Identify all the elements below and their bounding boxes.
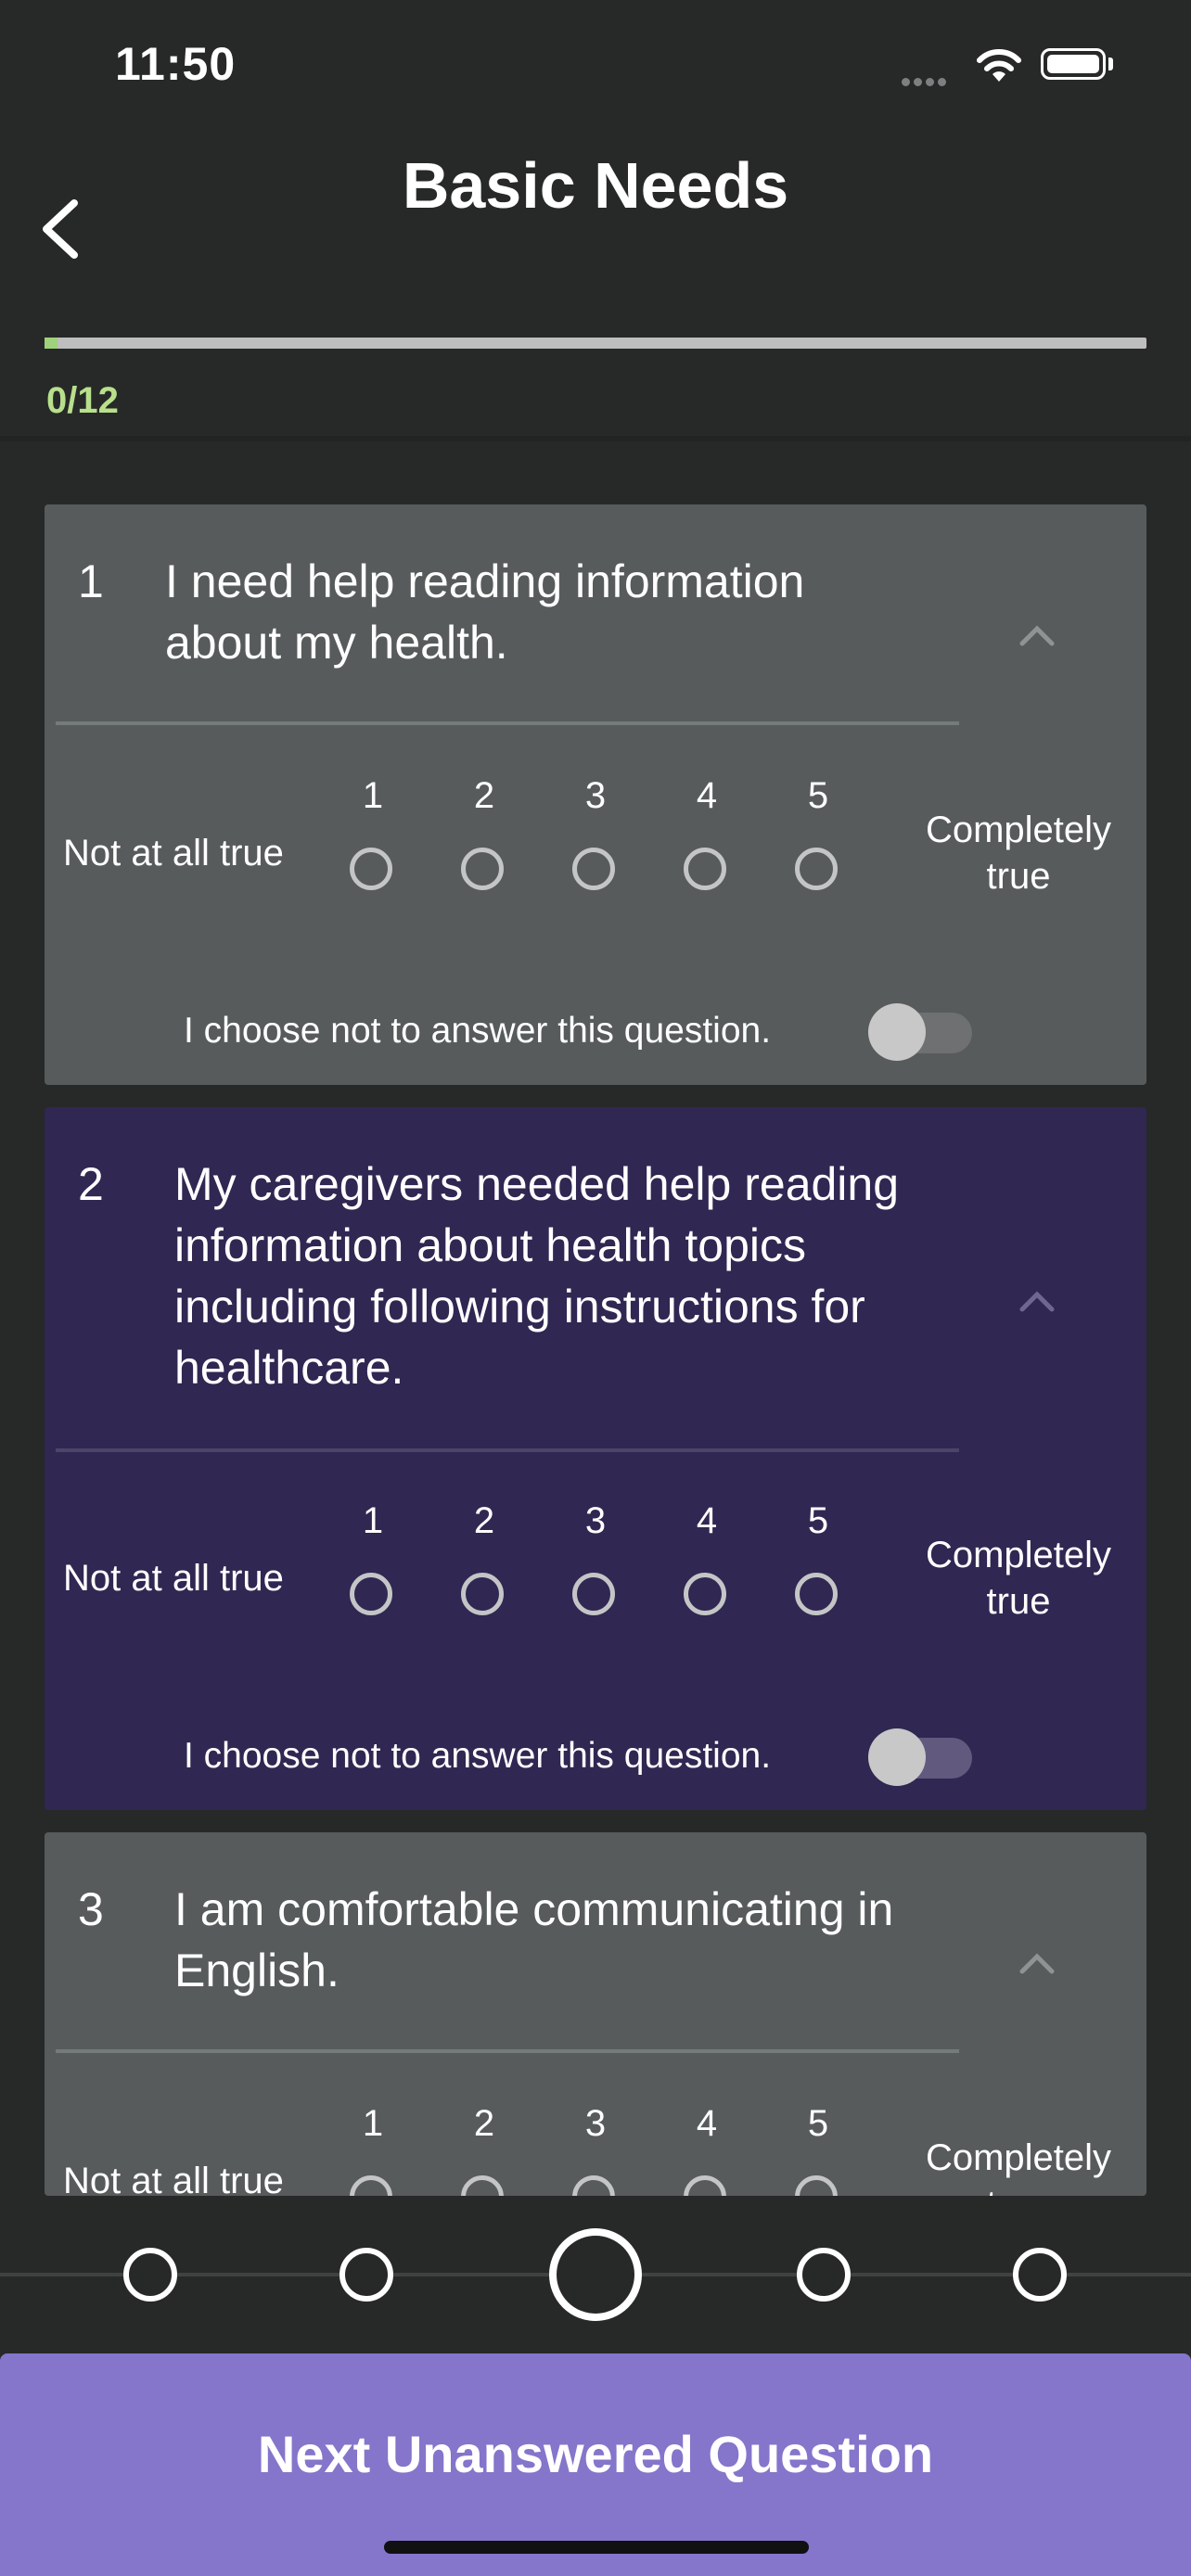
scale-number-3: 3 — [584, 775, 607, 816]
scale-number-2: 2 — [473, 775, 495, 816]
scale-high-label: Completely true — [925, 810, 1112, 897]
nav-dot-1[interactable] — [123, 2248, 177, 2302]
progress-bar-fill — [45, 338, 58, 349]
opt-out-label: I choose not to answer this question. — [184, 1011, 772, 1051]
rating-radio-4[interactable] — [684, 2175, 726, 2196]
question-card-2: 2 My caregivers needed help reading info… — [45, 1107, 1146, 1810]
question-card-3: 3 I am comfortable communicating in Engl… — [45, 1832, 1146, 2196]
rating-radio-3[interactable] — [572, 848, 615, 890]
opt-out-label: I choose not to answer this question. — [184, 1736, 772, 1776]
next-unanswered-label: Next Unanswered Question — [257, 2425, 934, 2483]
question-text: I need help reading information about my… — [165, 555, 805, 669]
scale-low-label: Not at all true — [63, 1558, 284, 1599]
scale-low-label: Not at all true — [63, 833, 284, 874]
question-number: 2 — [78, 1158, 104, 1210]
rating-radio-4[interactable] — [684, 1573, 726, 1615]
nav-dot-5[interactable] — [1013, 2248, 1067, 2302]
nav-dot-current[interactable] — [549, 2228, 642, 2321]
rating-radio-1[interactable] — [350, 2175, 392, 2196]
nav-dot-2[interactable] — [339, 2248, 393, 2302]
card-divider — [56, 2049, 959, 2053]
scale-number-1: 1 — [362, 1500, 384, 1541]
opt-out-toggle[interactable] — [868, 1728, 972, 1786]
scale-number-4: 4 — [696, 1500, 718, 1541]
chevron-up-icon[interactable] — [1018, 1289, 1056, 1313]
chevron-up-icon[interactable] — [1018, 1951, 1056, 1975]
rating-radio-1[interactable] — [350, 848, 392, 890]
card-divider — [56, 721, 959, 725]
scale-number-2: 2 — [473, 2103, 495, 2144]
toggle-knob — [868, 1003, 926, 1061]
scale-high-label: Completely true — [925, 1535, 1112, 1622]
nav-dot-4[interactable] — [797, 2248, 851, 2302]
rating-radio-3[interactable] — [572, 2175, 615, 2196]
rating-radio-4[interactable] — [684, 848, 726, 890]
cellular-signal-icon — [902, 74, 954, 86]
progress-bar — [45, 338, 1146, 349]
battery-icon — [1041, 48, 1106, 80]
wifi-icon — [974, 46, 1024, 88]
rating-radio-5[interactable] — [795, 1573, 838, 1615]
header-divider — [0, 436, 1191, 441]
scale-number-3: 3 — [584, 1500, 607, 1541]
rating-radio-2[interactable] — [461, 1573, 504, 1615]
rating-radio-5[interactable] — [795, 2175, 838, 2196]
scale-number-5: 5 — [807, 2103, 829, 2144]
question-text: I am comfortable communicating in Englis… — [174, 1883, 894, 1996]
status-time: 11:50 — [115, 38, 237, 90]
chevron-up-icon[interactable] — [1018, 623, 1056, 647]
rating-radio-1[interactable] — [350, 1573, 392, 1615]
scale-number-1: 1 — [362, 775, 384, 816]
question-card-1: 1 I need help reading information about … — [45, 504, 1146, 1085]
scale-number-2: 2 — [473, 1500, 495, 1541]
opt-out-toggle[interactable] — [868, 1003, 972, 1061]
scale-number-5: 5 — [807, 775, 829, 816]
rating-radio-3[interactable] — [572, 1573, 615, 1615]
scale-low-label: Not at all true — [63, 2161, 284, 2196]
card-divider — [56, 1448, 959, 1452]
page-title: Basic Needs — [402, 149, 789, 222]
toggle-knob — [868, 1728, 926, 1786]
scale-number-3: 3 — [584, 2103, 607, 2144]
question-number: 3 — [78, 1883, 104, 1935]
rating-radio-2[interactable] — [461, 2175, 504, 2196]
home-indicator — [384, 2541, 809, 2554]
question-number: 1 — [78, 555, 104, 607]
question-text: My caregivers needed help reading inform… — [174, 1158, 900, 1394]
scale-number-1: 1 — [362, 2103, 384, 2144]
scale-high-label: Completely true — [925, 2137, 1112, 2196]
battery-cap — [1108, 57, 1113, 70]
scale-number-5: 5 — [807, 1500, 829, 1541]
scale-number-4: 4 — [696, 775, 718, 816]
rating-radio-5[interactable] — [795, 848, 838, 890]
scale-number-4: 4 — [696, 2103, 718, 2144]
rating-radio-2[interactable] — [461, 848, 504, 890]
progress-count: 0/12 — [46, 380, 119, 421]
